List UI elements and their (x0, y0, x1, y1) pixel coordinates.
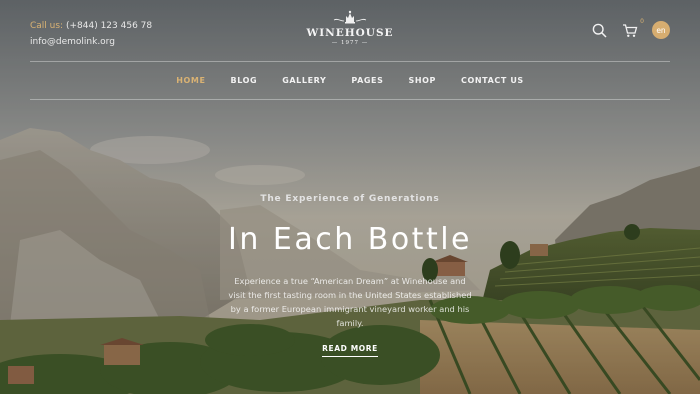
search-button[interactable] (590, 21, 608, 39)
search-icon (592, 23, 607, 38)
hero-eyebrow: The Experience of Generations (260, 194, 440, 204)
header-contact: Call us: (+844) 123 456 78 info@demolink… (30, 18, 152, 50)
hero-title: In Each Bottle (227, 222, 473, 257)
header-actions: 0 en (590, 18, 670, 39)
main-nav: HOME BLOG GALLERY PAGES SHOP CONTACT US (0, 76, 700, 85)
nav-home[interactable]: HOME (176, 76, 205, 85)
site-logo[interactable]: WINEHOUSE — 1977 — (300, 8, 400, 46)
phone-number[interactable]: (+844) 123 456 78 (66, 21, 152, 31)
nav-pages[interactable]: PAGES (351, 76, 383, 85)
read-more-button[interactable]: READ MORE (322, 344, 378, 357)
nav-blog[interactable]: BLOG (231, 76, 258, 85)
header-divider-top (30, 61, 670, 62)
language-switcher[interactable]: en (652, 21, 670, 39)
call-us-label: Call us: (30, 21, 64, 31)
crown-crest-icon (333, 10, 367, 24)
read-more-wrapper: READ MORE (0, 336, 700, 357)
logo-year-text: 1977 (341, 40, 359, 46)
hero-description: Experience a true “American Dream” at Wi… (228, 276, 472, 328)
cart-button[interactable]: 0 (621, 18, 644, 39)
nav-contact-us[interactable]: CONTACT US (461, 76, 524, 85)
cart-icon (623, 23, 638, 37)
nav-gallery[interactable]: GALLERY (282, 76, 326, 85)
logo-year: — 1977 — (331, 40, 369, 46)
cart-count: 0 (640, 18, 644, 25)
phone-line: Call us: (+844) 123 456 78 (30, 18, 152, 34)
nav-shop[interactable]: SHOP (408, 76, 436, 85)
hero-section: Call us: (+844) 123 456 78 info@demolink… (0, 0, 700, 394)
logo-wordmark: WINEHOUSE (306, 27, 394, 39)
header-divider-bottom (30, 99, 670, 100)
email-link[interactable]: info@demolink.org (30, 34, 152, 50)
